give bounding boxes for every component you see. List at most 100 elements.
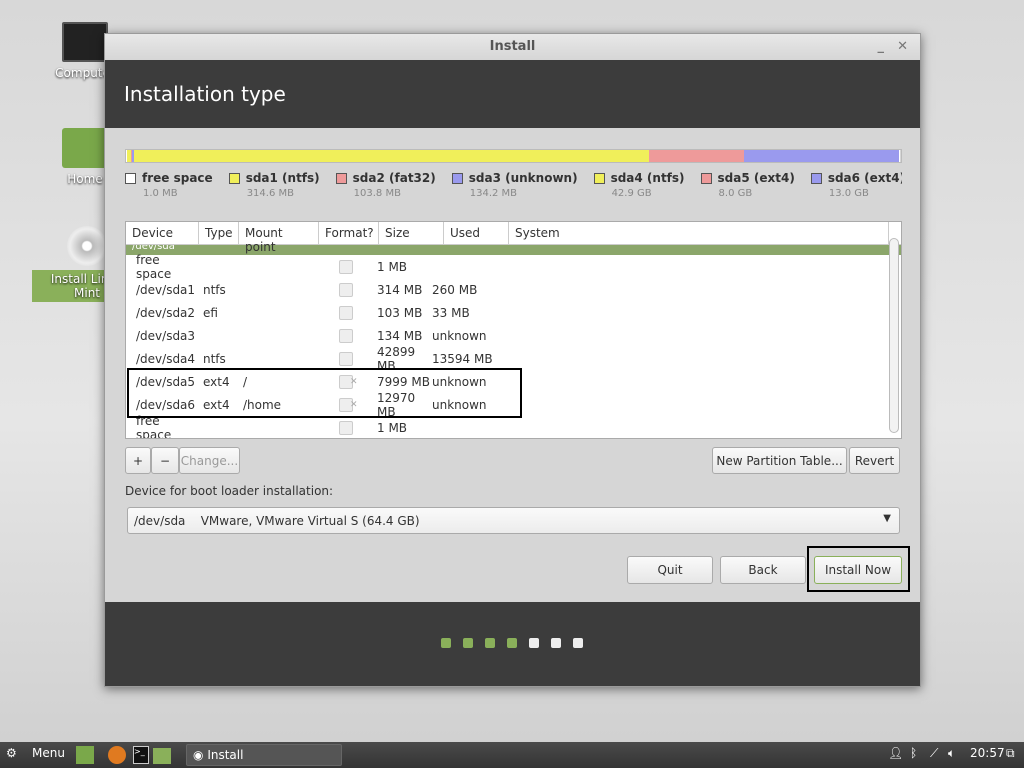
user-icon[interactable]: 👤︎ xyxy=(888,746,903,760)
progress-step-dot xyxy=(529,638,539,648)
format-checkbox[interactable] xyxy=(339,259,353,274)
table-row[interactable]: /dev/sda1 ntfs 314 MB 260 MB xyxy=(126,278,901,301)
legend-swatch xyxy=(228,172,240,184)
type-cell: ntfs xyxy=(203,351,226,366)
column-header[interactable]: Size xyxy=(379,222,444,244)
progress-step-dot xyxy=(485,638,495,648)
progress-footer xyxy=(105,602,920,686)
title-bar[interactable]: Install _ ✕ xyxy=(105,34,920,60)
legend-label: sda4 (ntfs) xyxy=(610,171,685,185)
table-row[interactable]: /dev/sda2 efi 103 MB 33 MB xyxy=(126,301,901,324)
column-header[interactable]: Type xyxy=(199,222,239,244)
legend-swatch xyxy=(451,172,463,184)
legend-item: sda1 (ntfs) 314.6 MB xyxy=(228,171,320,199)
menu-button[interactable]: Menu xyxy=(32,746,65,760)
partition-segment xyxy=(744,150,900,162)
disk-group-row[interactable]: /dev/sda xyxy=(126,245,901,255)
table-row[interactable]: free space 1 MB xyxy=(126,252,901,281)
legend-item: sda5 (ext4) 8.0 GB xyxy=(700,171,795,199)
legend-item: sda4 (ntfs) 42.9 GB xyxy=(593,171,685,199)
legend-swatch xyxy=(335,172,347,184)
legend-size: 1.0 MB xyxy=(143,188,178,199)
desktop-icon-label: Home xyxy=(67,172,103,186)
table-row[interactable]: free space 1 MB xyxy=(126,414,901,439)
chevron-down-icon: ▼ xyxy=(883,513,891,524)
volume-icon[interactable]: 🔈︎ xyxy=(948,746,955,761)
disc-icon xyxy=(67,226,107,266)
partition-segment xyxy=(648,150,745,162)
table-header: Device Type Mount point Format? Size Used Syst… xyxy=(126,222,901,254)
legend-size: 134.2 MB xyxy=(469,188,518,199)
column-header[interactable]: Used xyxy=(444,222,509,244)
workspace-icon[interactable]: ⧉ xyxy=(1006,746,1015,761)
window-title: Install xyxy=(489,39,536,54)
column-header[interactable]: Mount point xyxy=(239,222,319,254)
page-title: Installation type xyxy=(105,60,920,128)
remove-partition-button[interactable]: − xyxy=(151,447,179,474)
revert-button[interactable]: Revert xyxy=(849,447,900,474)
legend-item: sda3 (unknown) 134.2 MB xyxy=(451,171,578,199)
bootloader-select[interactable]: /dev/sda VMware, VMware Virtual S (64.4 … xyxy=(127,507,900,534)
partition-bar xyxy=(125,149,902,163)
legend-item: sda6 (ext4) 13.0 GB xyxy=(810,171,902,199)
bootloader-label: Device for boot loader installation: xyxy=(125,484,334,498)
clock[interactable]: 20:57 xyxy=(970,746,1005,760)
progress-step-dot xyxy=(573,638,583,648)
minimize-button[interactable]: _ xyxy=(878,34,885,60)
bluetooth-icon[interactable]: ᛒ xyxy=(910,746,917,760)
type-cell: ntfs xyxy=(203,282,226,297)
firefox-icon[interactable] xyxy=(108,746,126,764)
legend-label: sda5 (ext4) xyxy=(717,171,795,185)
scrollbar[interactable] xyxy=(889,238,899,433)
show-desktop-icon[interactable] xyxy=(76,746,94,764)
column-header[interactable]: System xyxy=(509,222,889,244)
format-checkbox[interactable] xyxy=(339,282,353,297)
device-cell: /dev/sda2 xyxy=(136,305,196,320)
change-partition-button[interactable]: Change... xyxy=(179,447,240,474)
add-partition-button[interactable]: + xyxy=(125,447,151,474)
table-row[interactable]: /dev/sda4 ntfs 42899 MB 13594 MB xyxy=(126,345,901,373)
used-cell: 33 MB xyxy=(432,305,470,320)
progress-step-dot xyxy=(551,638,561,648)
bootloader-desc: VMware, VMware Virtual S (64.4 GB) xyxy=(200,514,420,528)
legend-item: free space 1.0 MB xyxy=(125,171,213,199)
home-folder-icon xyxy=(62,128,108,168)
back-button[interactable]: Back xyxy=(720,556,806,584)
legend-swatch xyxy=(810,172,822,184)
progress-step-dot xyxy=(463,638,473,648)
column-header[interactable]: Format? xyxy=(319,222,379,244)
device-cell: free space xyxy=(136,252,172,281)
legend-swatch xyxy=(593,172,605,184)
menu-gear-icon[interactable]: ⚙ xyxy=(6,746,17,760)
legend-size: 8.0 GB xyxy=(718,188,753,199)
taskbar-window-install[interactable]: ◉ Install xyxy=(186,744,342,766)
size-cell: 1 MB xyxy=(377,259,408,274)
format-checkbox[interactable] xyxy=(339,328,353,343)
legend-label: free space xyxy=(142,171,213,185)
new-partition-table-button[interactable]: New Partition Table... xyxy=(712,447,847,474)
table-row[interactable]: /dev/sda3 134 MB unknown xyxy=(126,324,901,347)
progress-step-dot xyxy=(507,638,517,648)
legend-label: sda6 (ext4) xyxy=(827,171,902,185)
network-icon[interactable]: ⟋ xyxy=(930,746,938,761)
files-icon[interactable] xyxy=(153,748,171,764)
partition-segment xyxy=(133,150,649,162)
partition-legend: free space 1.0 MB sda1 (ntfs) 314.6 MB sda2 … xyxy=(125,171,902,199)
legend-size: 314.6 MB xyxy=(246,188,294,199)
format-checkbox[interactable] xyxy=(339,420,353,435)
size-cell: 314 MB xyxy=(377,282,423,297)
used-cell: unknown xyxy=(432,328,487,343)
column-header[interactable]: Device xyxy=(126,222,199,244)
install-now-button[interactable]: Install Now xyxy=(814,556,902,584)
type-cell: efi xyxy=(203,305,218,320)
install-window: Install _ ✕ Installation type free space… xyxy=(104,33,921,687)
terminal-icon[interactable]: >_ xyxy=(133,746,149,764)
format-checkbox[interactable] xyxy=(339,351,353,366)
format-checkbox[interactable] xyxy=(339,305,353,320)
close-button[interactable]: ✕ xyxy=(897,34,908,60)
used-cell: 13594 MB xyxy=(432,351,493,366)
monitor-icon xyxy=(62,22,108,62)
legend-item: sda2 (fat32) 103.8 MB xyxy=(335,171,436,199)
legend-size: 42.9 GB xyxy=(611,188,652,199)
quit-button[interactable]: Quit xyxy=(627,556,713,584)
